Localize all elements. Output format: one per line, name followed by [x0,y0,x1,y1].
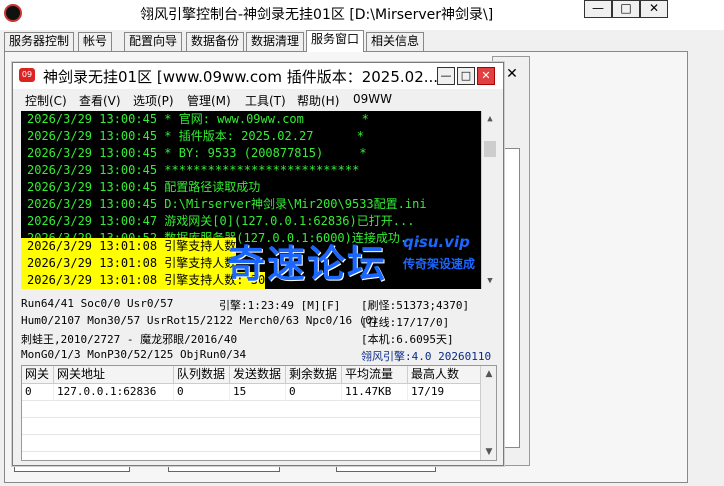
column-header[interactable]: 剩余数据 [286,366,342,384]
background-close-icon[interactable]: ✕ [503,66,521,84]
column-header[interactable]: 网关 [22,366,54,384]
stat-hum: Hum0/2107 Mon30/57 UsrRot15/2122 Merch0/… [21,314,379,327]
table-scrollbar[interactable]: ▲ ▼ [480,366,496,460]
log-line-highlight: 2026/3/29 13:01:08 引擎支持人数 [21,238,237,255]
log-line: 2026/3/29 13:00:45 *********************… [27,163,360,177]
menu-control[interactable]: 控制(C) [25,92,67,109]
table-row-empty [22,435,482,452]
menu-tools[interactable]: 工具(T) [245,92,286,109]
tab-data-cleanup[interactable]: 数据清理 [246,32,305,51]
table-cell: 15 [230,384,286,401]
table-cell: 0 [174,384,230,401]
log-line: 2026/3/29 13:00:47 游戏网关[0](127.0.0.1:628… [27,214,415,228]
stat-version: 翎风引擎:4.0 20260110 [361,350,492,363]
gateway-table: 网关 网关地址 队列数据 发送数据 剩余数据 平均流量 最高人数 0 127.0… [21,365,497,461]
maximize-button[interactable]: □ [612,0,640,18]
scroll-down-icon[interactable]: ▼ [482,273,497,289]
column-header[interactable]: 发送数据 [230,366,286,384]
table-cell: 127.0.0.1:62836 [54,384,174,401]
column-header[interactable]: 队列数据 [174,366,230,384]
menu-manage[interactable]: 管理(M) [187,92,231,109]
tab-server-control[interactable]: 服务器控制 [4,32,75,51]
column-header[interactable]: 最高人数 [408,366,482,384]
menu-bar: 控制(C) 查看(V) 选项(P) 管理(M) 工具(T) 帮助(H) 09WW [13,91,503,109]
table-row-empty [22,401,482,418]
menu-help[interactable]: 帮助(H) [297,92,339,109]
close-button[interactable]: ✕ [640,0,668,18]
tab-config-wizard[interactable]: 配置向导 [124,32,183,51]
inner-minimize-button[interactable]: — [437,67,455,85]
table-header: 网关 网关地址 队列数据 发送数据 剩余数据 平均流量 最高人数 [22,366,482,384]
inner-close-button[interactable]: ✕ [477,67,495,85]
scroll-up-icon[interactable]: ▲ [482,111,497,127]
inner-window-title: 神剑录无挂01区 [www.09ww.com 插件版本：2025.02.... [43,68,443,86]
table-row-empty [22,418,482,435]
menu-options[interactable]: 选项(P) [133,92,174,109]
stat-online: [在线:17/17/0] [361,316,450,329]
log-line-highlight: 2026/3/29 13:01:08 引擎支持人数 [21,255,237,272]
log-line-highlight: 2026/3/29 13:01:08 引擎支持人数: 30 [21,272,266,289]
log-line: 2026/3/29 13:00:45 * 官网: www.09ww.com * [27,112,369,126]
tab-data-backup[interactable]: 数据备份 [186,32,245,51]
menu-view[interactable]: 查看(V) [79,92,121,109]
inner-title-bar: 09 神剑录无挂01区 [www.09ww.com 插件版本：2025.02..… [13,63,503,89]
inner-maximize-button[interactable]: □ [457,67,475,85]
table-cell: 0 [22,384,54,401]
log-line: 2026/3/29 13:00:45 * BY: 9533 (200877815… [27,146,367,160]
stat-local: [本机:6.6095天] [361,333,454,346]
table-cell: 0 [286,384,342,401]
column-header[interactable]: 网关地址 [54,366,174,384]
log-line: 2026/3/29 13:00:45 配置路径读取成功 [27,180,261,194]
app-logo-icon: 09 [19,68,35,82]
stat-monsters: [刷怪:51373;4370] [361,299,470,312]
window-title: 翎风引擎控制台-神剑录无挂01区 [D:\Mirserver神剑录\] [140,7,494,23]
table-cell: 11.47KB [342,384,408,401]
table-row[interactable]: 0 127.0.0.1:62836 0 15 0 11.47KB 17/19 [22,384,482,401]
column-header[interactable]: 平均流量 [342,366,408,384]
scroll-down-icon[interactable]: ▼ [481,444,496,460]
stat-run: Run64/41 Soc0/0 Usr0/57 [21,297,174,310]
status-panel: Run64/41 Soc0/0 Usr0/57 引擎:1:23:49 [M][F… [21,295,497,363]
tab-account[interactable]: 帐号 [78,32,113,51]
table-cell: 17/19 [408,384,482,401]
log-line: 2026/3/29 13:00:45 D:\Mirserver神剑录\Mir20… [27,197,427,211]
log-scrollbar[interactable]: ▲ ▼ [481,111,497,289]
menu-09ww[interactable]: 09WW [353,92,392,106]
log-console[interactable]: 2026/3/29 13:00:45 * 官网: www.09ww.com * … [21,111,497,289]
log-line: 2026/3/29 13:00:45 * 插件版本: 2025.02.27 * [27,129,364,143]
stat-boss: 刺蛙王,2010/2727 - 魔龙邪眼/2016/40 [21,333,238,346]
tab-related-info[interactable]: 相关信息 [366,32,425,51]
stat-engine-uptime: 引擎:1:23:49 [M][F] [219,299,341,312]
stat-mongo: MonG0/1/3 MonP30/52/125 ObjRun0/34 [21,348,247,361]
scroll-up-icon[interactable]: ▲ [481,366,496,382]
tab-service-window[interactable]: 服务窗口 [306,30,365,52]
inner-window: 09 神剑录无挂01区 [www.09ww.com 插件版本：2025.02..… [12,62,504,466]
outer-title-bar: 翎风引擎控制台-神剑录无挂01区 [D:\Mirserver神剑录\] — □ … [0,0,724,30]
app-icon [4,4,22,22]
scroll-thumb[interactable] [484,141,496,157]
minimize-button[interactable]: — [584,0,612,18]
